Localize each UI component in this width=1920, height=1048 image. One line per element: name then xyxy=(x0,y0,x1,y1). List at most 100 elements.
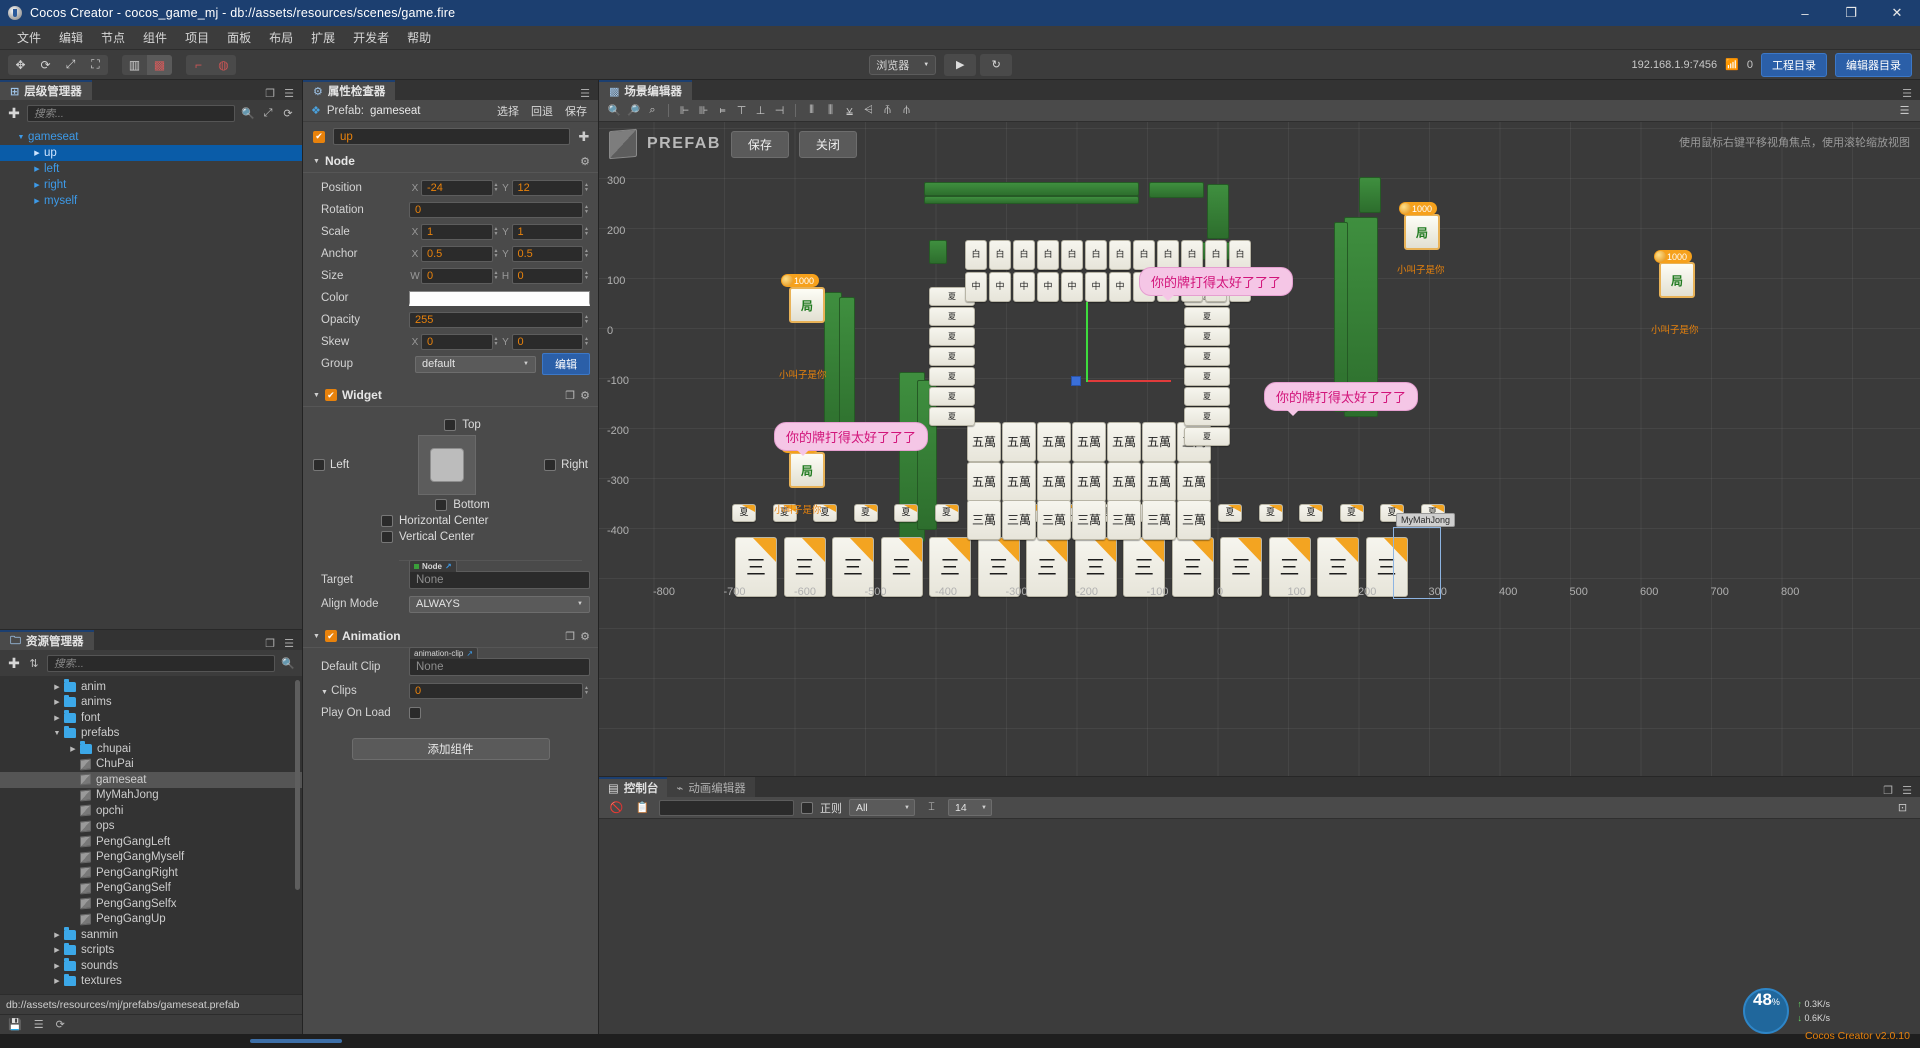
list-view-icon[interactable]: ☰ xyxy=(34,1018,44,1031)
scale-x-stepper[interactable]: ▲ ▼ xyxy=(493,224,500,240)
hierarchy-node-myself[interactable]: myself xyxy=(0,193,302,209)
distribute-even-icon[interactable]: ⫛ xyxy=(897,102,916,120)
scene-settings-icon[interactable]: ☰ xyxy=(1895,102,1914,120)
assets-search-input[interactable]: 搜索... xyxy=(47,654,275,672)
animation-section-header[interactable]: ▼ Animation ❐ ⚙ xyxy=(303,624,598,648)
menu-project[interactable]: 项目 xyxy=(176,26,218,49)
assets-scrollbar[interactable] xyxy=(295,680,300,890)
distribute-space-icon[interactable]: ⫚ xyxy=(878,102,897,120)
skew-x-input[interactable]: 0 xyxy=(421,334,493,350)
assets-menu-icon[interactable]: ☰ xyxy=(284,637,294,650)
size-h-stepper[interactable]: ▲ ▼ xyxy=(583,268,590,284)
widget-target-field[interactable]: Node ↗ None xyxy=(409,560,590,589)
console-menu-icon[interactable]: ☰ xyxy=(1902,784,1912,797)
menu-node[interactable]: 节点 xyxy=(92,26,134,49)
asset-item-ops[interactable]: ops xyxy=(0,819,302,835)
console-regex-checkbox[interactable] xyxy=(801,801,813,814)
node-enabled-checkbox[interactable] xyxy=(313,130,325,143)
menu-edit[interactable]: 编辑 xyxy=(50,26,92,49)
assets-popout-icon[interactable]: ❐ xyxy=(265,637,275,650)
save-status-icon[interactable]: 💾 xyxy=(8,1018,22,1031)
chevron-right-icon[interactable] xyxy=(50,714,64,722)
asset-item-sounds[interactable]: sounds xyxy=(0,958,302,974)
sort-icon[interactable]: ⇅ xyxy=(27,657,41,670)
scene-menu-icon[interactable]: ☰ xyxy=(1902,87,1912,100)
skew-y-input[interactable]: 0 xyxy=(511,334,583,350)
group-edit-button[interactable]: 编辑 xyxy=(542,353,590,375)
asset-item-prefabs[interactable]: prefabs xyxy=(0,725,302,742)
rotate-tool-icon[interactable]: ⟳ xyxy=(33,55,58,75)
widget-top-checkbox[interactable] xyxy=(444,419,457,431)
align-top-icon[interactable]: ⊤ xyxy=(732,102,751,120)
widget-bottom-checkbox[interactable] xyxy=(435,499,448,511)
hierarchy-node-up[interactable]: up xyxy=(0,145,302,161)
refresh-icon[interactable]: ⟳ xyxy=(281,107,295,120)
asset-item-PengGangSelf[interactable]: PengGangSelf xyxy=(0,881,302,897)
clips-count-input[interactable]: 0 xyxy=(409,683,583,699)
gizmo-x-axis[interactable] xyxy=(1086,380,1171,382)
tab-hierarchy[interactable]: ⊞ 层级管理器 xyxy=(0,80,92,100)
inspector-menu-icon[interactable]: ☰ xyxy=(580,87,590,100)
asset-item-textures[interactable]: textures xyxy=(0,973,302,990)
prefab-save-button[interactable]: 保存 xyxy=(562,103,590,119)
global-coord-icon[interactable]: ◍ xyxy=(211,55,236,75)
asset-item-PengGangMyself[interactable]: PengGangMyself xyxy=(0,850,302,866)
distribute-gap-icon[interactable]: ⩣ xyxy=(840,102,859,120)
position-x-input[interactable]: -24 xyxy=(421,180,493,196)
scale-y-input[interactable]: 1 xyxy=(511,224,583,240)
animation-help-icon[interactable]: ❐ xyxy=(565,630,575,643)
skew-x-stepper[interactable]: ▲ ▼ xyxy=(493,334,500,350)
prefab-revert-button[interactable]: 回退 xyxy=(528,103,556,119)
hierarchy-node-left[interactable]: left xyxy=(0,161,302,177)
chevron-down-icon[interactable] xyxy=(50,730,64,737)
default-clip-field[interactable]: animation-clip ↗ None xyxy=(409,647,590,676)
chevron-right-icon[interactable] xyxy=(30,165,44,173)
menu-help[interactable]: 帮助 xyxy=(398,26,440,49)
widget-enabled-checkbox[interactable] xyxy=(324,389,337,401)
anchor-x-stepper[interactable]: ▲ ▼ xyxy=(493,246,500,262)
open-link-icon[interactable]: ↗ xyxy=(445,562,452,571)
gizmo-center-handle[interactable] xyxy=(1071,376,1081,386)
copy-icon[interactable]: 📋 xyxy=(633,799,652,817)
align-left-icon[interactable]: ⊩ xyxy=(675,102,694,120)
editor-dir-button[interactable]: 编辑器目录 xyxy=(1835,52,1912,77)
widget-section-header[interactable]: ▼ Widget ❐ ⚙ xyxy=(303,383,598,407)
menu-layout[interactable]: 布局 xyxy=(260,26,302,49)
widget-help-icon[interactable]: ❐ xyxy=(565,389,575,402)
widget-left-checkbox[interactable] xyxy=(313,459,325,471)
menu-extension[interactable]: 扩展 xyxy=(302,26,344,49)
play-on-load-checkbox[interactable] xyxy=(409,707,421,719)
align-bottom-icon[interactable]: ⊣ xyxy=(770,102,789,120)
close-button[interactable]: ✕ xyxy=(1874,0,1920,26)
rotation-input[interactable]: 0 xyxy=(409,202,583,218)
widget-vertical-center-checkbox[interactable] xyxy=(381,531,393,543)
align-vcenter-icon[interactable]: ⊥ xyxy=(751,102,770,120)
zoom-in-icon[interactable]: 🔍 xyxy=(605,102,624,120)
tab-animation-editor[interactable]: ⌁ 动画编辑器 xyxy=(667,777,755,797)
distribute-h-icon[interactable]: ⫴ xyxy=(802,102,821,120)
align-hcenter-icon[interactable]: ⊪ xyxy=(694,102,713,120)
menu-component[interactable]: 组件 xyxy=(134,26,176,49)
widget-align-mode-select[interactable]: ALWAYS xyxy=(409,595,590,613)
scale-y-stepper[interactable]: ▲ ▼ xyxy=(583,224,590,240)
clip-open-link-icon[interactable]: ↗ xyxy=(466,649,473,658)
prefab-close-button[interactable]: 关闭 xyxy=(798,130,857,158)
position-x-stepper[interactable]: ▲ ▼ xyxy=(493,180,500,196)
widget-right-checkbox[interactable] xyxy=(544,459,557,471)
local-coord-icon[interactable]: ⌐ xyxy=(186,55,211,75)
rotation-stepper[interactable]: ▲ ▼ xyxy=(583,202,590,218)
color-swatch[interactable] xyxy=(409,290,590,306)
asset-item-opchi[interactable]: opchi xyxy=(0,803,302,819)
tab-inspector[interactable]: ⚙ 属性检查器 xyxy=(303,80,396,100)
add-asset-icon[interactable]: ✚ xyxy=(7,655,21,672)
chevron-right-icon[interactable] xyxy=(50,946,64,954)
tab-console[interactable]: ▤ 控制台 xyxy=(599,777,668,797)
anchor-y-stepper[interactable]: ▲ ▼ xyxy=(583,246,590,262)
size-w-input[interactable]: 0 xyxy=(421,268,493,284)
node-name-input[interactable]: up xyxy=(333,128,570,145)
console-popout-icon[interactable]: ❐ xyxy=(1883,784,1893,797)
chevron-down-icon[interactable] xyxy=(14,134,28,141)
asset-item-sanmin[interactable]: sanmin xyxy=(0,927,302,943)
animation-enabled-checkbox[interactable] xyxy=(324,630,337,642)
asset-item-ChuPai[interactable]: ChuPai xyxy=(0,757,302,773)
